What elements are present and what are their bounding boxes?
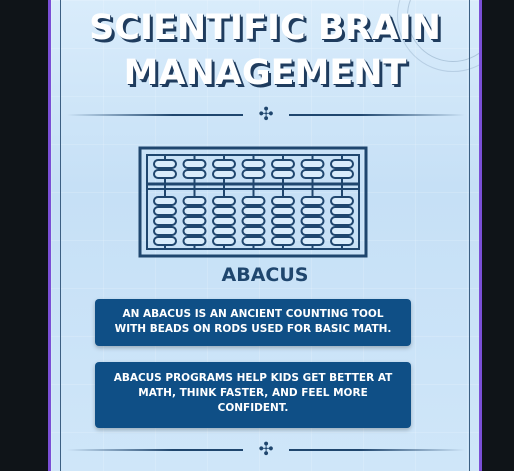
abacus-bead — [330, 206, 354, 216]
abacus-bead — [330, 226, 354, 236]
abacus-bead — [153, 216, 177, 226]
abacus-bead — [271, 216, 295, 226]
abacus-bead — [330, 159, 354, 169]
abacus-bead — [182, 196, 207, 206]
abacus-bead — [153, 169, 177, 179]
abacus-bead — [182, 226, 207, 236]
abacus-bead — [182, 206, 207, 216]
abacus-bead — [153, 159, 177, 169]
abacus-bead — [271, 169, 295, 179]
abacus-bead — [241, 206, 266, 216]
abacus-bead — [300, 206, 325, 216]
abacus-bead — [330, 169, 354, 179]
abacus-bead — [330, 236, 354, 246]
abacus-bead — [212, 206, 236, 216]
abacus-bead — [300, 159, 325, 169]
abacus-bead — [330, 216, 354, 226]
abacus-bead — [300, 169, 325, 179]
abacus-icon — [138, 146, 368, 258]
title-line-1: SCIENTIFIC BRAIN — [89, 8, 441, 48]
fleuron-icon: ✣ — [258, 104, 274, 125]
poster-title: SCIENTIFIC BRAIN MANAGEMENT — [51, 6, 479, 96]
top-divider: ✣ — [67, 104, 465, 125]
poster: SCIENTIFIC BRAIN MANAGEMENT ✣ ABACUS AN … — [48, 0, 482, 471]
abacus-bead — [212, 226, 236, 236]
section-label: ABACUS — [221, 264, 309, 286]
info-box-1: AN ABACUS IS AN ANCIENT COUNTING TOOL WI… — [95, 299, 411, 346]
abacus-bead — [182, 236, 207, 246]
abacus-bead — [182, 216, 207, 226]
abacus-bead — [330, 196, 354, 206]
abacus-bead — [300, 196, 325, 206]
abacus-bead — [241, 159, 266, 169]
abacus-bead — [153, 206, 177, 216]
abacus-bead — [300, 236, 325, 246]
abacus-bead — [300, 216, 325, 226]
abacus-bead — [241, 226, 266, 236]
abacus-bead — [271, 196, 295, 206]
info-box-2: ABACUS PROGRAMS HELP KIDS GET BETTER AT … — [95, 362, 411, 428]
abacus-bead — [271, 159, 295, 169]
abacus-bead — [241, 236, 266, 246]
viewer-background: SCIENTIFIC BRAIN MANAGEMENT ✣ ABACUS AN … — [0, 0, 514, 471]
divider-line — [289, 114, 465, 116]
abacus-bead — [212, 169, 236, 179]
abacus-bead — [212, 216, 236, 226]
abacus-bead — [271, 226, 295, 236]
bottom-divider: ✣ — [67, 439, 465, 460]
abacus-bead — [153, 226, 177, 236]
abacus-bead — [241, 216, 266, 226]
title-line-2: MANAGEMENT — [123, 53, 407, 93]
divider-line — [67, 114, 243, 116]
abacus-bead — [212, 159, 236, 169]
abacus-bead — [271, 236, 295, 246]
abacus-bead — [300, 226, 325, 236]
abacus-bead — [153, 196, 177, 206]
abacus-bead — [212, 196, 236, 206]
abacus-bead — [182, 169, 207, 179]
abacus-bead — [182, 159, 207, 169]
abacus-bead — [241, 196, 266, 206]
divider-line — [289, 449, 465, 451]
abacus-bead — [241, 169, 266, 179]
divider-line — [67, 449, 243, 451]
fleuron-icon: ✣ — [258, 439, 274, 460]
abacus-bead — [212, 236, 236, 246]
abacus-bead — [153, 236, 177, 246]
abacus-bead — [271, 206, 295, 216]
